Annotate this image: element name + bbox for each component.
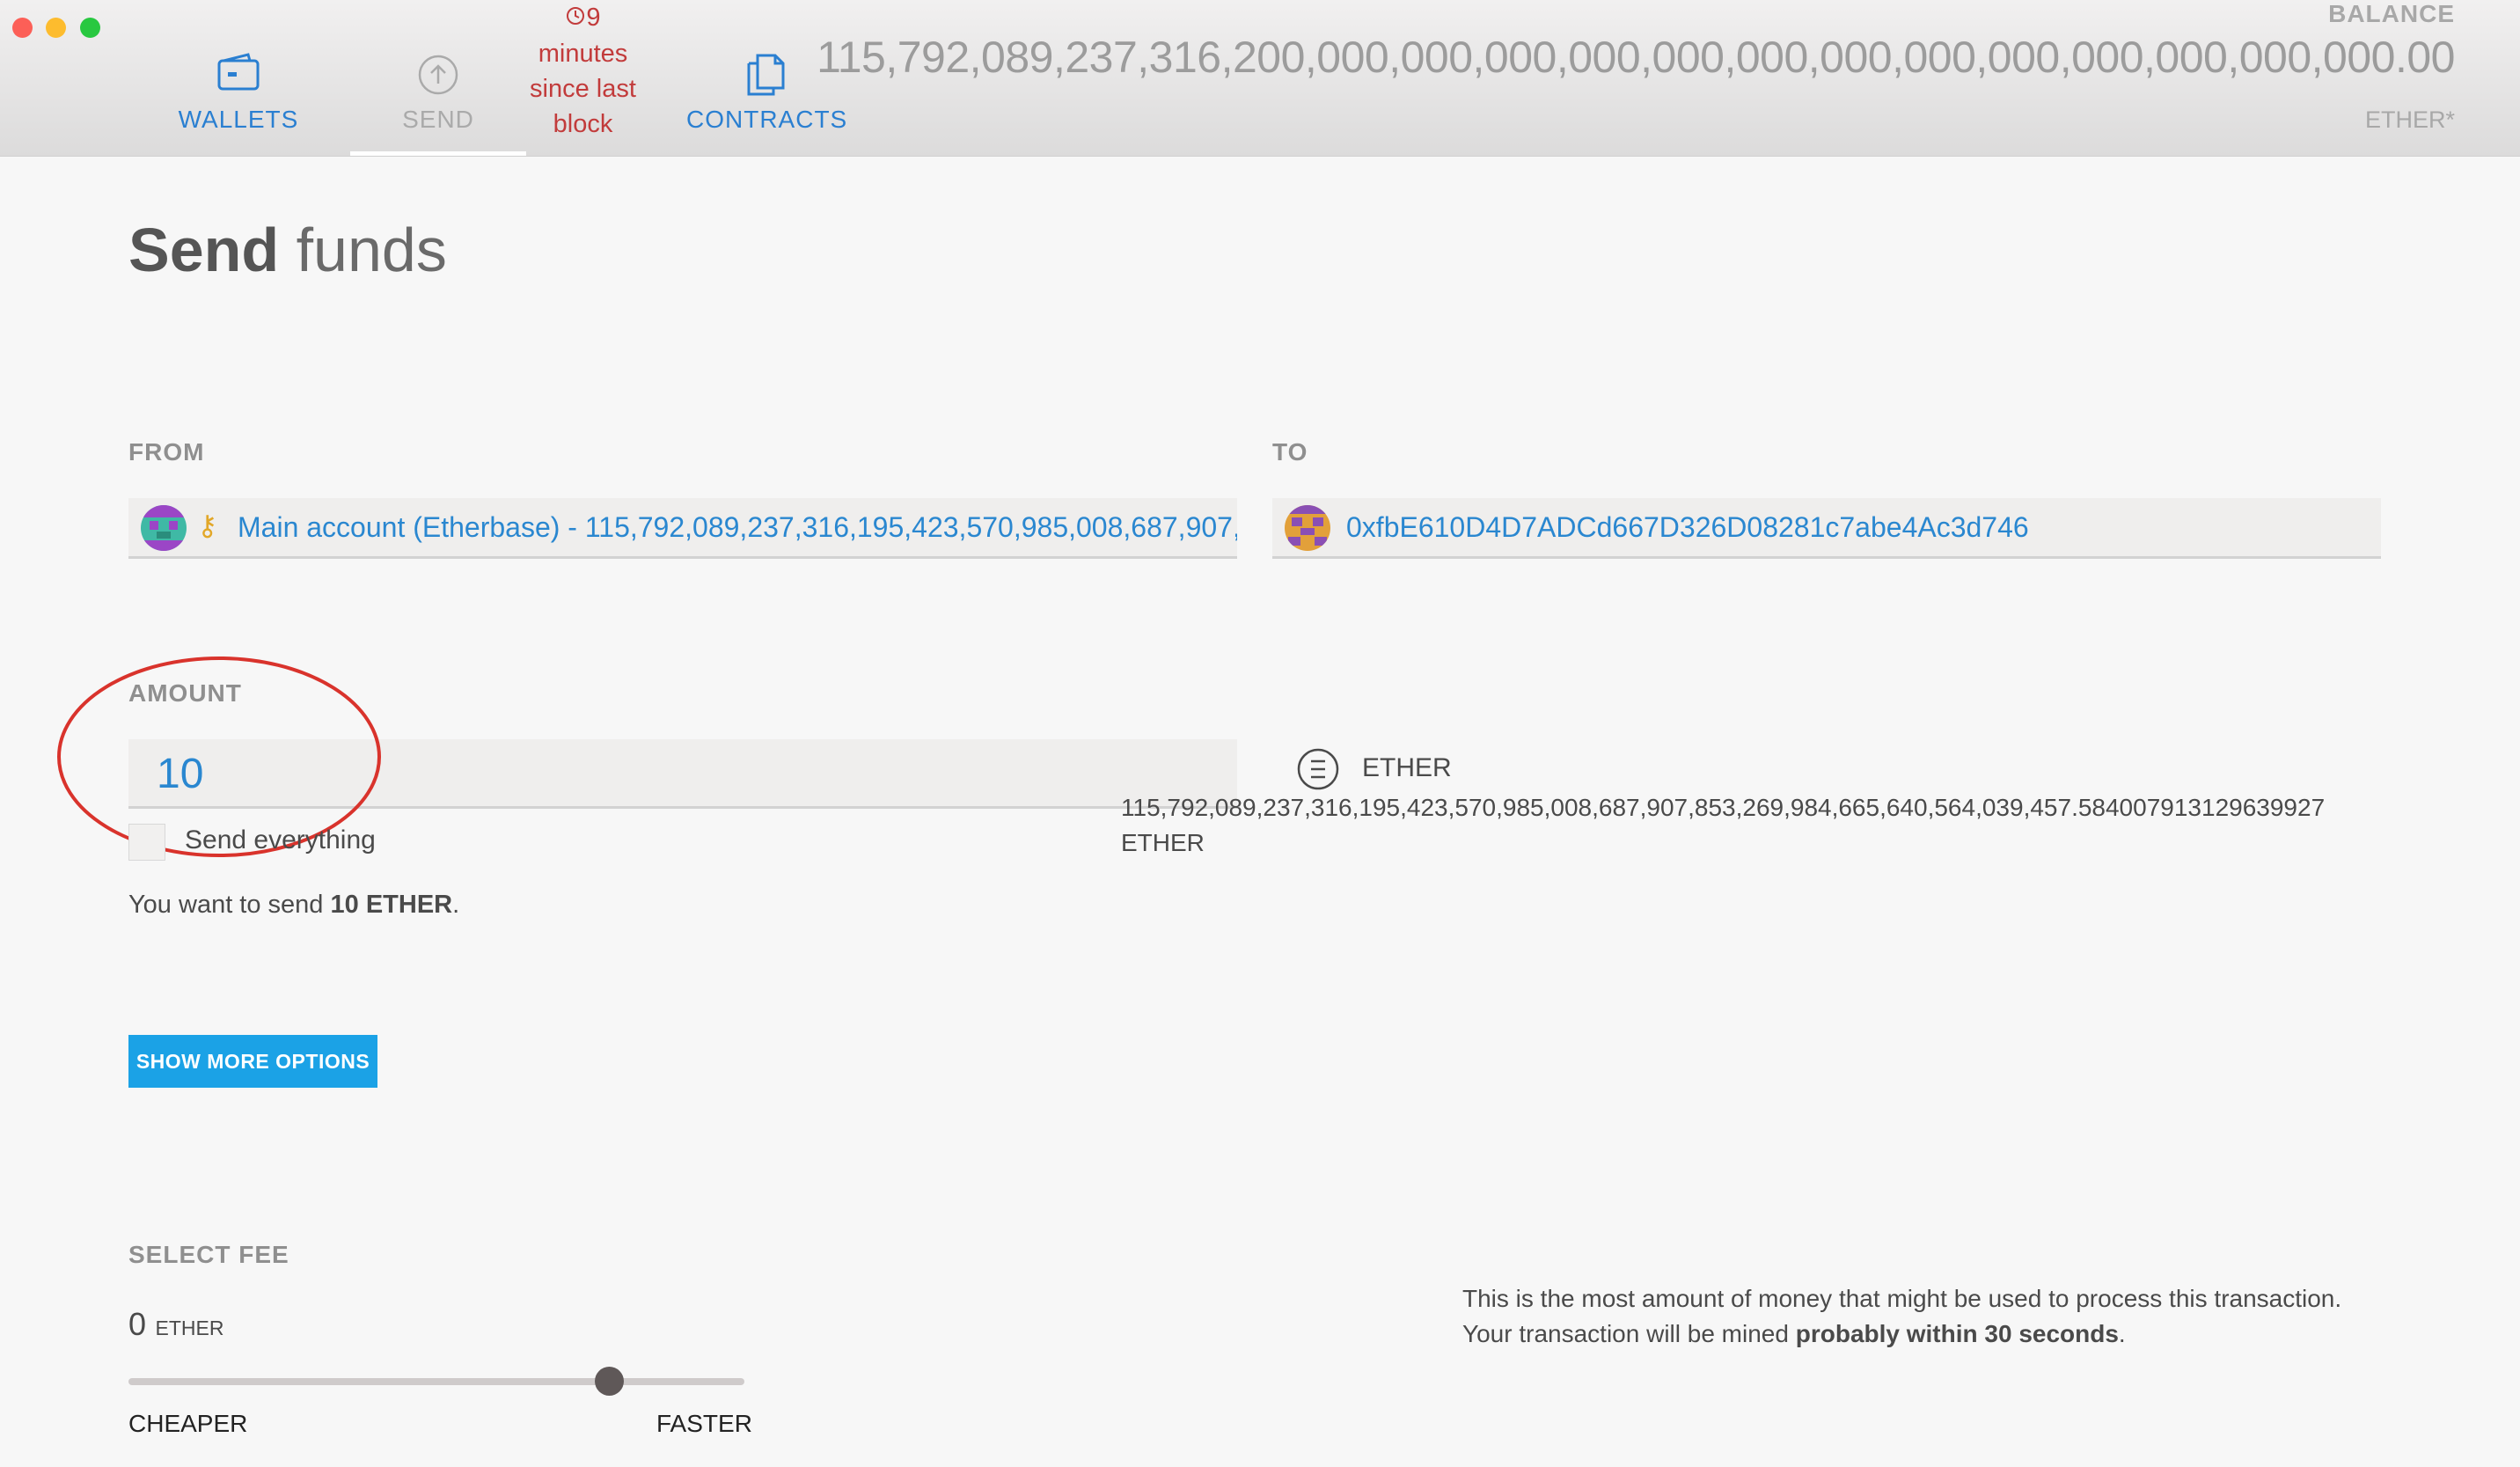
fee-info-line2: Your transaction will be mined probably … — [1462, 1317, 2341, 1352]
send-everything-label: Send everything — [185, 825, 376, 855]
from-account-identicon — [141, 505, 187, 551]
block-status-line3: block — [553, 110, 613, 139]
nav-wallets[interactable]: WALLETS — [172, 0, 304, 156]
fee-faster-label: FASTER — [656, 1410, 752, 1437]
to-address-identicon — [1285, 505, 1330, 551]
page-title: Send funds — [128, 215, 447, 285]
block-status: 9 minutes since last block — [515, 0, 651, 142]
ether-icon — [1295, 746, 1341, 796]
from-account-select[interactable]: ⚷ Main account (Etherbase) - 115,792,089… — [128, 498, 1237, 559]
block-status-line1: minutes — [538, 40, 628, 69]
wallet-icon — [216, 53, 260, 96]
send-summary-suffix: . — [452, 891, 460, 919]
nav-contracts-label: CONTRACTS — [686, 106, 848, 133]
to-address-input[interactable]: 0xfbE610D4D7ADCd667D326D08281c7abe4Ac3d7… — [1272, 498, 2381, 559]
window-close-button[interactable] — [12, 18, 33, 38]
nav-send-label: SEND — [402, 106, 474, 133]
fee-info-line1: This is the most amount of money that mi… — [1462, 1285, 2342, 1312]
show-more-options-button[interactable]: SHOW MORE OPTIONS — [128, 1035, 377, 1088]
available-balance-value: 115,792,089,237,316,195,423,570,985,008,… — [1121, 794, 2326, 821]
fee-info: This is the most amount of money that mi… — [1462, 1281, 2341, 1352]
page-title-light: funds — [296, 216, 447, 284]
window-minimize-button[interactable] — [46, 18, 66, 38]
block-status-count: 9 — [586, 4, 601, 32]
clock-icon — [565, 1, 586, 36]
amount-currency: ETHER — [1362, 753, 1452, 782]
from-label: FROM — [128, 438, 205, 466]
arrow-up-circle-icon — [416, 53, 460, 101]
app-header: WALLETS SEND 9 minutes since last block — [0, 0, 2520, 157]
page-title-bold: Send — [128, 216, 280, 284]
balance-label: BALANCE — [2328, 0, 2455, 27]
from-account-text: Main account (Etherbase) - 115,792,089,2… — [238, 511, 1237, 543]
balance-unit: ETHER* — [2364, 106, 2455, 133]
nav-send[interactable]: SEND — [350, 0, 526, 156]
send-summary-prefix: You want to send — [128, 891, 331, 919]
available-balance: 115,792,089,237,316,195,423,570,985,008,… — [1121, 794, 2325, 857]
to-label: TO — [1272, 438, 1308, 466]
fee-value: 0 ETHER — [128, 1306, 223, 1343]
block-status-line2: since last — [530, 75, 636, 104]
window-zoom-button[interactable] — [80, 18, 100, 38]
send-everything-checkbox[interactable] — [128, 824, 165, 861]
key-icon: ⚷ — [197, 510, 218, 541]
available-balance-unit: ETHER — [1121, 829, 1205, 856]
fee-slider-handle[interactable] — [594, 1367, 624, 1396]
send-summary: You want to send 10 ETHER. — [128, 891, 459, 920]
fee-cheaper-label: CHEAPER — [128, 1410, 248, 1437]
document-icon — [745, 53, 786, 101]
fee-value-unit: ETHER — [155, 1317, 224, 1339]
balance-value: 115,792,089,237,316,200,000,000,000,000,… — [817, 33, 2455, 82]
fee-info-line2-suffix: . — [2118, 1320, 2126, 1347]
fee-info-line2-bold: probably within 30 seconds — [1795, 1320, 2119, 1347]
to-address-text: 0xfbE610D4D7ADCd667D326D08281c7abe4Ac3d7… — [1346, 511, 2029, 543]
select-fee-label: SELECT FEE — [128, 1241, 289, 1268]
fee-value-number: 0 — [128, 1306, 147, 1342]
fee-info-line2-prefix: Your transaction will be mined — [1462, 1320, 1796, 1347]
fee-slider-track[interactable] — [128, 1378, 744, 1385]
nav-wallets-label: WALLETS — [178, 106, 299, 133]
send-summary-amount: 10 ETHER — [330, 891, 453, 919]
